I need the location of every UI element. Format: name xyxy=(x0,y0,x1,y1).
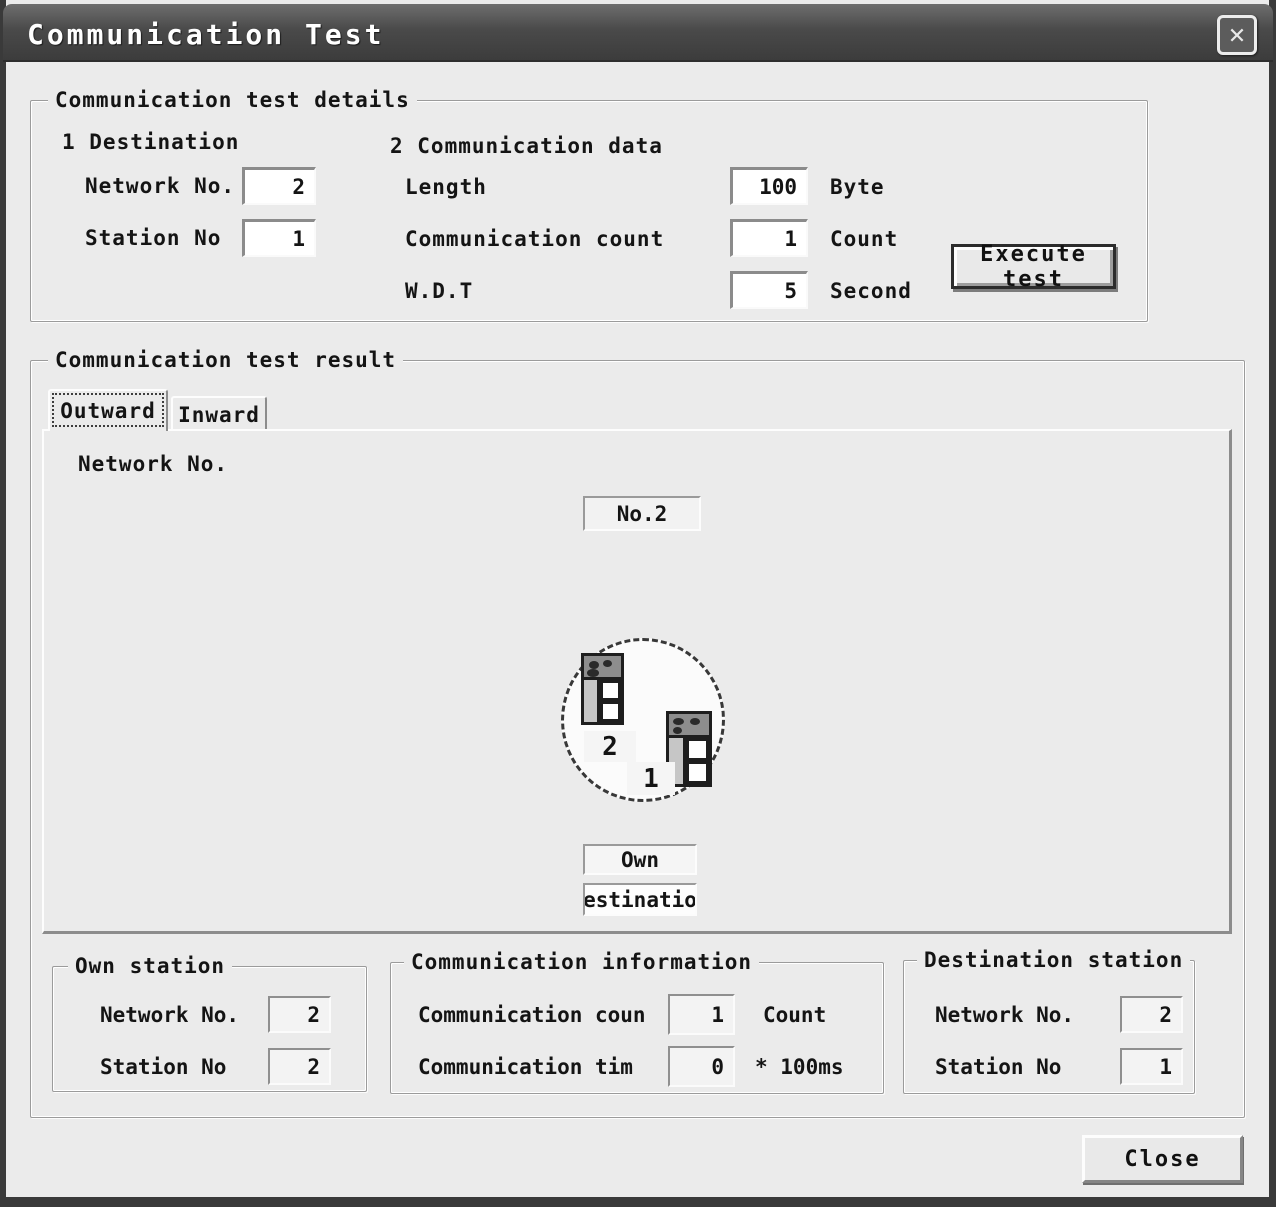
own-network-value: 2 xyxy=(268,996,331,1033)
window-border-bottom xyxy=(0,1197,1276,1207)
destination-station-input[interactable]: 1 xyxy=(242,219,316,257)
plc-body xyxy=(584,680,621,722)
comm-info-count-label: Communication coun xyxy=(418,1003,646,1027)
length-unit: Byte xyxy=(830,175,885,199)
destination-heading: 1 Destination xyxy=(62,130,240,154)
own-station-label: Station No xyxy=(100,1055,227,1079)
comm-count-input[interactable]: 1 xyxy=(730,219,808,257)
dest-network-label: Network No. xyxy=(935,1003,1075,1027)
comm-info-count-unit: Count xyxy=(763,1003,827,1027)
wdt-unit: Second xyxy=(830,279,912,303)
dest-station-legend: Destination station xyxy=(917,948,1191,972)
own-station-value: 2 xyxy=(268,1048,331,1085)
tab-outward[interactable]: Outward xyxy=(48,389,168,431)
comm-info-legend: Communication information xyxy=(404,950,760,974)
length-input[interactable]: 100 xyxy=(730,167,808,205)
details-legend: Communication test details xyxy=(48,88,417,112)
comm-info-count-value: 1 xyxy=(668,994,735,1035)
comm-info-time-label: Communication tim xyxy=(418,1055,633,1079)
station-1-number: 1 xyxy=(627,762,675,795)
wdt-input[interactable]: 5 xyxy=(730,271,808,309)
result-network-label: Network No. xyxy=(78,452,229,476)
destination-station-label: Station No xyxy=(85,226,222,250)
destination-network-input[interactable]: 2 xyxy=(242,167,316,205)
execute-test-button[interactable]: Execute test xyxy=(951,242,1116,292)
title-bar[interactable]: Communication Test ✕ xyxy=(3,4,1273,62)
length-label: Length xyxy=(405,175,487,199)
window-title: Communication Test xyxy=(27,18,385,51)
comm-info-time-unit: * 100ms xyxy=(755,1055,844,1079)
destination-network-label: Network No. xyxy=(85,174,236,198)
comm-count-label: Communication count xyxy=(405,227,665,251)
dest-station-label: Station No xyxy=(935,1055,1062,1079)
station-2-number: 2 xyxy=(584,731,636,762)
plc-station-2-icon xyxy=(581,653,624,725)
close-button[interactable]: Close xyxy=(1082,1135,1243,1183)
destination-station-badge: estinatio xyxy=(583,883,697,916)
plc-connector-block xyxy=(669,714,709,738)
own-station-legend: Own station xyxy=(68,954,233,978)
network-number-badge: No.2 xyxy=(583,496,701,531)
comm-count-unit: Count xyxy=(830,227,899,251)
result-legend: Communication test result xyxy=(48,348,404,372)
comm-data-heading: 2 Communication data xyxy=(390,134,663,158)
tab-inward[interactable]: Inward xyxy=(171,396,267,431)
own-station-badge: Own xyxy=(583,844,697,875)
plc-connector-block xyxy=(584,656,621,680)
comm-info-time-value: 0 xyxy=(668,1046,735,1087)
window-border-right xyxy=(1269,0,1276,1207)
wdt-label: W.D.T xyxy=(405,279,474,303)
window-border-left xyxy=(0,0,6,1207)
dest-network-value: 2 xyxy=(1120,996,1183,1033)
close-icon[interactable]: ✕ xyxy=(1217,15,1257,55)
own-network-label: Network No. xyxy=(100,1003,240,1027)
plc-body xyxy=(669,738,709,784)
dest-station-value: 1 xyxy=(1120,1048,1183,1085)
communication-test-dialog: Communication Test ✕ Communication test … xyxy=(0,0,1276,1207)
